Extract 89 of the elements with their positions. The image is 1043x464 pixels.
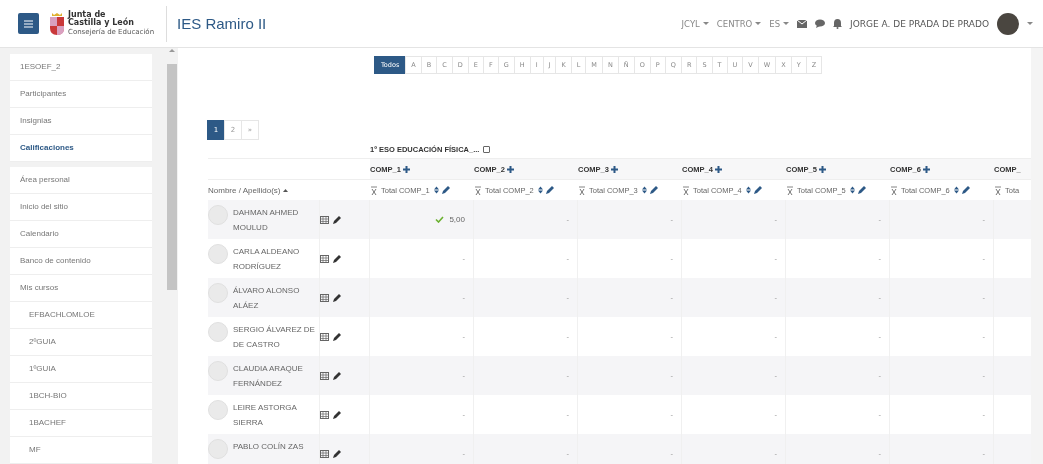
mean-icon (890, 185, 898, 195)
menu-icon (24, 19, 33, 28)
logo-text: Junta de (68, 11, 107, 19)
sort-up-icon[interactable] (283, 188, 289, 192)
mean-icon (994, 185, 1002, 195)
plus-icon[interactable] (714, 165, 722, 173)
table-icon[interactable] (320, 410, 329, 419)
sidebar-item[interactable]: Insignias (10, 108, 152, 135)
mean-icon (474, 185, 482, 195)
pencil-icon[interactable] (333, 410, 341, 419)
sort-icon[interactable] (641, 186, 647, 194)
column-header[interactable]: Nombre / Apellido(s) (208, 185, 281, 195)
avatar-icon (208, 244, 228, 264)
sort-icon[interactable] (953, 186, 959, 194)
check-icon (435, 216, 445, 223)
user-name[interactable]: JORGE A. DE PRADA DE PRADO (850, 18, 989, 29)
mean-icon (682, 185, 690, 195)
sort-icon[interactable] (433, 186, 439, 194)
student-name[interactable]: CLAUDIA ARAQUE FERNÁNDEZ (208, 361, 319, 391)
sidebar-item[interactable]: 1BCH-BIO (10, 383, 152, 410)
sidebar-item[interactable]: MF (10, 437, 152, 464)
envelope-icon[interactable] (797, 19, 808, 28)
student-name[interactable]: CARLA ALDEANO RODRÍGUEZ (208, 244, 319, 274)
menu-button[interactable] (18, 13, 39, 34)
pencil-icon[interactable] (545, 186, 554, 194)
table-icon[interactable] (320, 332, 329, 341)
student-name[interactable]: ÁLVARO ALONSO ALÁEZ (208, 283, 319, 313)
student-name[interactable]: LEIRE ASTORGA SIERRA (208, 400, 319, 430)
checkbox[interactable] (483, 145, 491, 153)
mean-icon (786, 185, 794, 195)
pencil-icon[interactable] (333, 293, 341, 302)
sidebar-item[interactable]: Participantes (10, 81, 152, 108)
user-avatar[interactable] (997, 12, 1019, 35)
table-icon[interactable] (320, 254, 329, 263)
bell-icon[interactable] (833, 18, 843, 29)
sidebar-item[interactable]: Calendario (10, 221, 152, 248)
pencil-icon[interactable] (441, 186, 450, 194)
dropdown-menu[interactable]: JCYL (681, 18, 709, 29)
pencil-icon[interactable] (649, 186, 658, 194)
table-icon[interactable] (320, 293, 329, 302)
plus-icon[interactable] (610, 165, 618, 173)
grade-value: 5,00 (449, 215, 465, 224)
pencil-icon[interactable] (333, 449, 341, 458)
site-name[interactable]: IES Ramiro II (177, 15, 267, 32)
plus-icon[interactable] (922, 165, 930, 173)
mean-icon (578, 185, 586, 195)
sort-icon[interactable] (537, 186, 543, 194)
caret-icon[interactable] (1027, 21, 1033, 26)
pencil-icon[interactable] (333, 254, 341, 263)
table-icon[interactable] (320, 371, 329, 380)
sidebar-item[interactable]: 1BACHEF (10, 410, 152, 437)
scrollbar-thumb[interactable] (167, 64, 177, 290)
avatar-icon (208, 322, 228, 342)
student-name[interactable]: PABLO COLÍN ZAS (208, 439, 319, 454)
pencil-icon[interactable] (333, 371, 341, 380)
dropdown-menu[interactable]: CENTRO (716, 18, 762, 29)
plus-icon[interactable] (402, 165, 410, 173)
sort-icon[interactable] (745, 186, 751, 194)
pencil-icon[interactable] (857, 186, 866, 194)
sidebar-item[interactable]: 2ºGUIA (10, 329, 152, 356)
student-name[interactable]: SERGIO ÁLVAREZ DE DE CASTRO (208, 322, 319, 352)
sidebar-item[interactable]: Banco de contenido (10, 248, 152, 275)
sidebar-item[interactable]: 1ºGUIA (10, 356, 152, 383)
dropdown-menu[interactable]: ES (769, 18, 790, 29)
table-icon[interactable] (320, 449, 329, 458)
table-icon[interactable] (320, 215, 329, 224)
table-cell[interactable]: 5,00 (370, 200, 474, 239)
caret-icon (755, 21, 762, 26)
student-name[interactable]: DAHMAN AHMED MOULUD (208, 205, 319, 235)
avatar-icon (208, 400, 228, 420)
sidebar-item[interactable]: 1ESOEF_2 (10, 54, 152, 81)
pencil-icon[interactable] (753, 186, 762, 194)
sidebar-item[interactable]: Mis cursos (10, 275, 152, 302)
mean-icon (370, 185, 378, 195)
pencil-icon[interactable] (961, 186, 970, 194)
sidebar-item[interactable]: EFBACHLOMLOE (10, 302, 152, 329)
pencil-icon[interactable] (333, 215, 341, 224)
sidebar-item[interactable]: Área personal (10, 167, 152, 194)
sidebar-item[interactable]: Calificaciones (10, 135, 152, 162)
logo-text: Castilla y León (68, 19, 135, 27)
sort-icon[interactable] (849, 186, 855, 194)
chat-icon[interactable] (815, 19, 826, 28)
plus-icon[interactable] (818, 165, 826, 173)
sidebar-item[interactable]: Inicio del sitio (10, 194, 152, 221)
shield-icon (49, 11, 65, 36)
pencil-icon[interactable] (333, 332, 341, 341)
caret-icon (702, 21, 709, 26)
plus-icon[interactable] (506, 165, 514, 173)
caret-icon (783, 21, 790, 26)
